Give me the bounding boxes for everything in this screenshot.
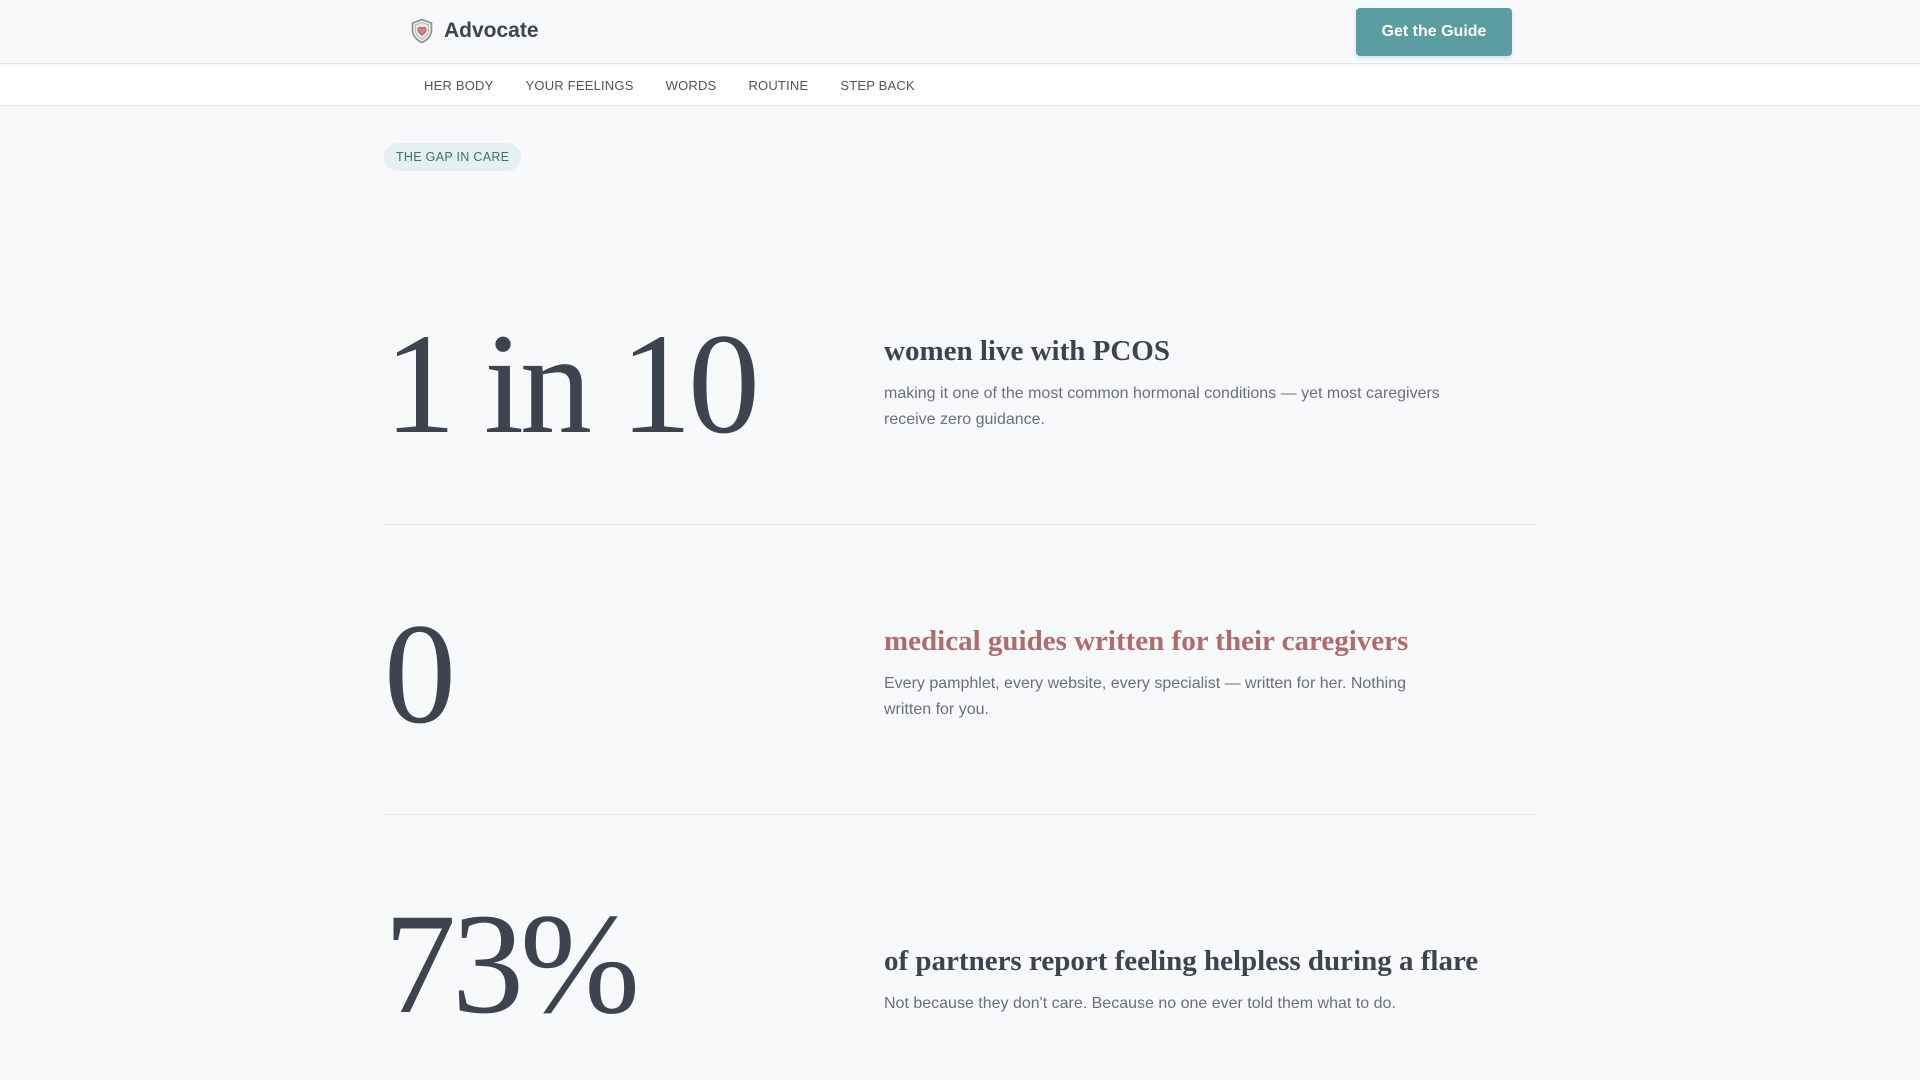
divider <box>384 524 1536 525</box>
stat-row: 73% of partners report feeling helpless … <box>384 880 1536 1040</box>
stat-number: 73% <box>384 885 640 1044</box>
stat-heading: women live with PCOS <box>884 335 1170 367</box>
stat-description: making it one of the most common hormona… <box>884 384 1440 428</box>
stat-text: of partners report feeling helpless duri… <box>884 944 1479 1017</box>
divider <box>384 814 1536 815</box>
brand-name: Advocate <box>444 19 539 42</box>
nav-item-step-back[interactable]: STEP BACK <box>840 78 915 93</box>
section-nav: HER BODY YOUR FEELINGS WORDS ROUTINE STE… <box>0 65 1920 106</box>
nav-item-her-body[interactable]: HER BODY <box>424 78 494 93</box>
stat-description: Not because they don't care. Because no … <box>884 994 1396 1012</box>
get-guide-button[interactable]: Get the Guide <box>1356 8 1512 56</box>
nav-item-routine[interactable]: ROUTINE <box>748 78 808 93</box>
shield-heart-icon <box>411 18 433 44</box>
stat-text: medical guides written for their caregiv… <box>884 624 1444 723</box>
nav-item-your-feelings[interactable]: YOUR FEELINGS <box>526 78 634 93</box>
stat-row: 1 in 10 women live with PCOS making it o… <box>384 300 1536 460</box>
stat-heading: medical guides written for their caregiv… <box>884 625 1409 657</box>
nav-list: HER BODY YOUR FEELINGS WORDS ROUTINE STE… <box>424 65 915 106</box>
section-tag: THE GAP IN CARE <box>384 143 522 171</box>
stat-description: Every pamphlet, every website, every spe… <box>884 674 1406 718</box>
stat-text: women live with PCOS making it one of th… <box>884 334 1444 433</box>
stat-heading: of partners report feeling helpless duri… <box>884 945 1479 977</box>
stat-number: 1 in 10 <box>384 305 760 464</box>
top-bar: Advocate Get the Guide <box>0 0 1920 64</box>
brand[interactable]: Advocate <box>410 18 539 44</box>
nav-item-words[interactable]: WORDS <box>666 78 717 93</box>
stat-number: 0 <box>384 595 456 754</box>
stat-row: 0 medical guides written for their careg… <box>384 590 1536 750</box>
